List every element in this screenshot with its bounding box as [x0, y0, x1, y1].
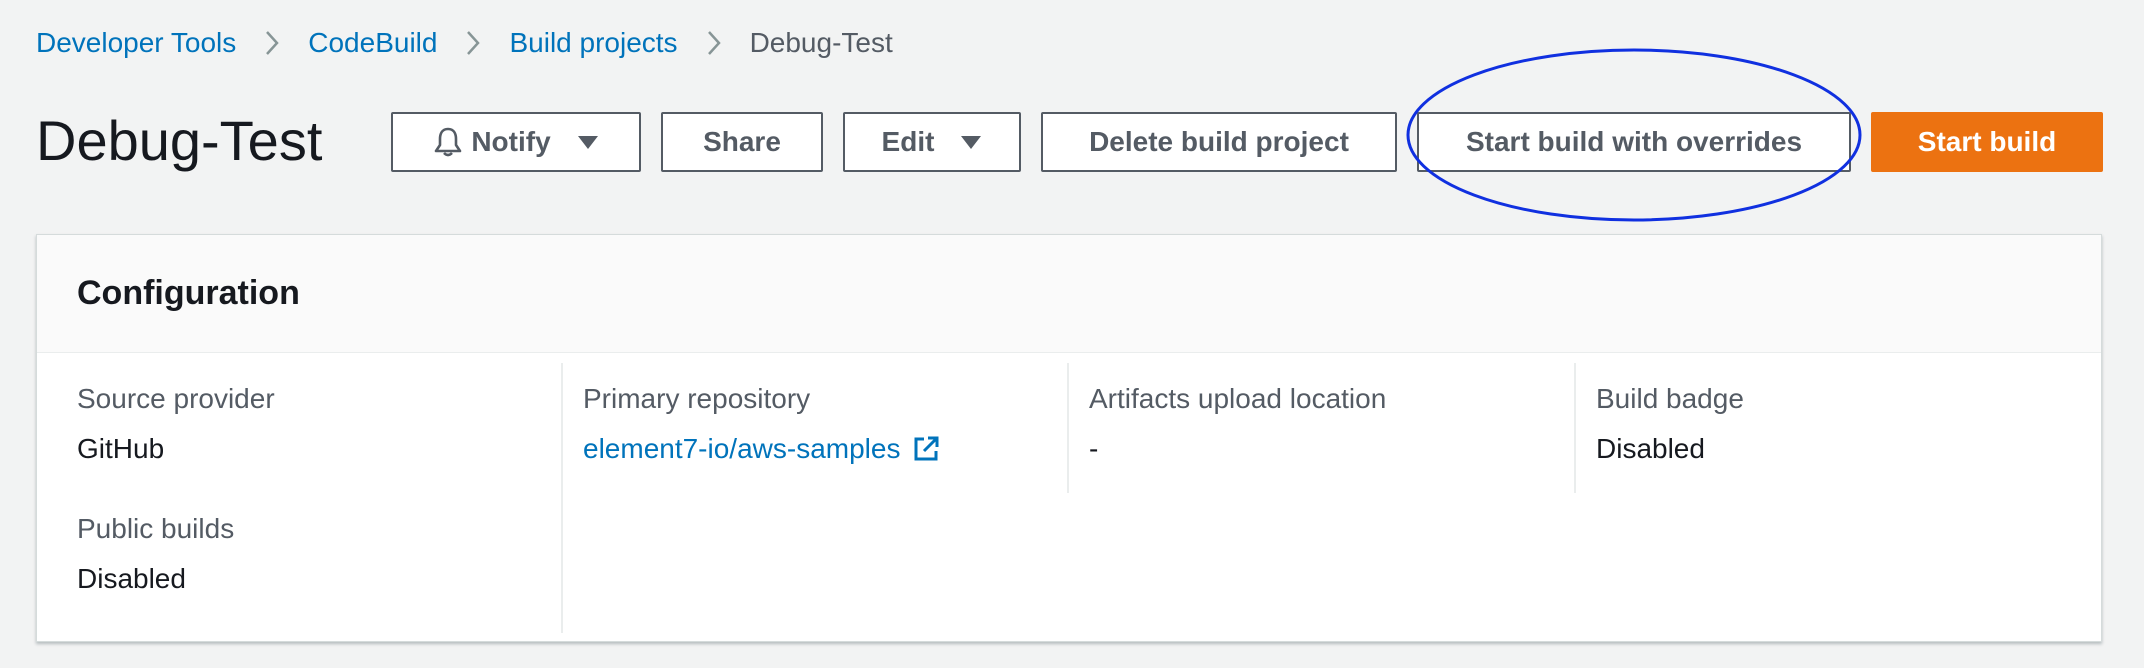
bell-icon	[433, 126, 463, 158]
configuration-panel: Configuration Source provider GitHub Pub…	[36, 234, 2102, 642]
start-build-with-overrides-button[interactable]: Start build with overrides	[1417, 112, 1851, 172]
source-provider-label: Source provider	[77, 383, 275, 414]
edit-label: Edit	[881, 126, 935, 157]
breadcrumb-developer-tools[interactable]: Developer Tools	[36, 27, 236, 59]
start-build-button[interactable]: Start build	[1871, 112, 2103, 172]
artifacts-upload-location-value: -	[1089, 433, 1099, 464]
build-badge-label: Build badge	[1596, 383, 1744, 414]
primary-repository-value: element7-io/aws-samples	[583, 433, 940, 465]
breadcrumb-codebuild[interactable]: CodeBuild	[308, 27, 437, 59]
configuration-header: Configuration	[37, 235, 2101, 353]
configuration-body: Source provider GitHub Public builds Dis…	[37, 353, 2101, 642]
chevron-right-icon	[678, 22, 750, 64]
page: Developer Tools CodeBuild Build projects…	[0, 0, 2144, 668]
breadcrumb-current: Debug-Test	[749, 27, 893, 58]
share-button[interactable]: Share	[661, 112, 823, 172]
primary-repository-label: Primary repository	[583, 383, 811, 414]
external-link-icon	[912, 435, 940, 463]
configuration-title: Configuration	[77, 274, 300, 312]
column-divider	[1067, 363, 1069, 493]
breadcrumb: Developer Tools CodeBuild Build projects…	[36, 22, 893, 64]
public-builds-label: Public builds	[77, 513, 235, 544]
caret-down-icon	[960, 134, 982, 150]
public-builds-value: Disabled	[77, 563, 186, 594]
notify-label: Notify	[471, 126, 551, 157]
source-provider-value: GitHub	[77, 433, 165, 464]
primary-repository-link-text: element7-io/aws-samples	[583, 433, 901, 464]
chevron-right-icon	[236, 22, 308, 64]
artifacts-upload-location-label: Artifacts upload location	[1089, 383, 1387, 414]
breadcrumb-build-projects[interactable]: Build projects	[509, 27, 677, 59]
column-divider	[1574, 363, 1576, 493]
caret-down-icon	[577, 134, 599, 150]
build-badge-value: Disabled	[1596, 433, 1705, 464]
delete-build-project-button[interactable]: Delete build project	[1041, 112, 1397, 172]
page-title: Debug-Test	[36, 109, 323, 172]
primary-repository-link[interactable]: element7-io/aws-samples	[583, 433, 940, 465]
chevron-right-icon	[437, 22, 509, 64]
edit-button[interactable]: Edit	[843, 112, 1021, 172]
notify-button[interactable]: Notify	[391, 112, 641, 172]
column-divider	[561, 363, 563, 633]
